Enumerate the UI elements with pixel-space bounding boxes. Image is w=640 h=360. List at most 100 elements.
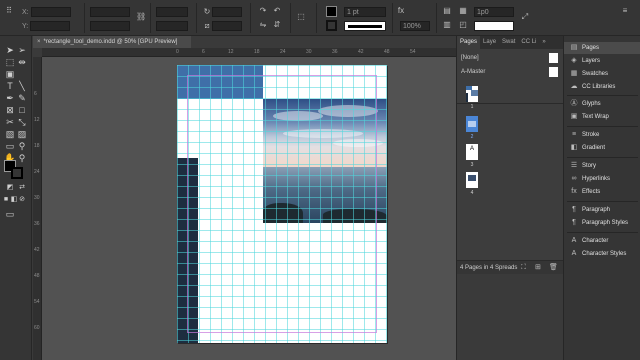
stroke-weight-field[interactable]: 1 pt [344, 7, 386, 17]
dock-item-glyphs[interactable]: Ⓐ Glyphs [564, 98, 640, 110]
stroke-type-dropdown[interactable] [344, 21, 386, 31]
eyedropper-tool-icon[interactable]: ⚲ [16, 140, 28, 152]
vertical-ruler[interactable]: 6 12 18 24 30 36 42 48 54 60 [33, 57, 42, 360]
tab-pages[interactable]: Pages [457, 36, 481, 49]
page-thumbnail-3[interactable]: A [466, 144, 478, 160]
dock-item-gradient[interactable]: ◧ Gradient [564, 142, 640, 154]
dock-item-cc-libraries[interactable]: ☁ CC Libraries [564, 81, 640, 93]
selection-tool-icon[interactable]: ➤ [4, 44, 16, 56]
tab-layers[interactable]: Laye [480, 36, 499, 49]
dock-item-hyperlinks[interactable]: ∞ Hyperlinks [564, 173, 640, 185]
shear-icon[interactable]: ⧄ [202, 21, 212, 31]
rotate-field[interactable] [212, 7, 242, 17]
apply-color-icon[interactable]: ■ [2, 194, 10, 206]
ruler-tick: 12 [34, 117, 40, 123]
page-tool-icon[interactable]: ⬚ [4, 56, 16, 68]
line-tool-icon[interactable]: ╲ [16, 80, 28, 92]
reference-point-icon[interactable]: ⠿ [4, 6, 14, 16]
a-master-row[interactable]: A-Master [457, 66, 564, 78]
tab-cc-libraries[interactable]: CC Li [518, 36, 539, 49]
none-master-row[interactable]: [None] [457, 52, 564, 64]
pasteboard[interactable] [42, 57, 456, 360]
dock-item-stroke[interactable]: ≡ Stroke [564, 129, 640, 141]
apply-none-icon[interactable]: ⊘ [18, 194, 26, 206]
scissors-tool-icon[interactable]: ✂ [4, 116, 16, 128]
free-transform-tool-icon[interactable]: ⤡ [16, 116, 28, 128]
opacity-field[interactable]: 100% [400, 21, 430, 31]
selection-options-icon[interactable]: ⬚ [296, 12, 306, 22]
dock-item-paragraph-styles[interactable]: ¶ Paragraph Styles [564, 217, 640, 229]
text-wrap-icon[interactable]: ▦ [458, 6, 468, 16]
flip-horizontal-icon[interactable]: ⇋ [258, 20, 268, 30]
page-thumbnail-4[interactable] [466, 172, 478, 188]
gap-tool-icon[interactable]: ⇹ [16, 56, 28, 68]
height-field[interactable] [90, 21, 130, 31]
width-field[interactable] [90, 7, 130, 17]
swap-colors-icon[interactable]: ⇄ [16, 182, 28, 194]
gradient-swatch-tool-icon[interactable]: ▧ [4, 128, 16, 140]
edit-page-size-icon[interactable]: ⛶ [521, 261, 526, 275]
ruler-tick: 36 [34, 221, 40, 227]
dock-item-paragraph[interactable]: ¶ Paragraph [564, 204, 640, 216]
type-tool-icon[interactable]: T [4, 80, 16, 92]
page-thumbnail-2[interactable] [466, 116, 478, 132]
tab-swatches[interactable]: Swat [499, 36, 518, 49]
scale-y-field[interactable] [156, 21, 188, 31]
dock-item-story[interactable]: ☰ Story [564, 160, 640, 172]
corner-shape-dropdown[interactable] [474, 21, 514, 31]
stroke-color-swatch[interactable] [11, 167, 23, 179]
indesign-window: ⠿ X: Y: ⛓ ↻ ⧄ ↷ ↶ ⇋ ⇵ ⬚ 1 pt fx 100% ▤ ▥… [0, 0, 640, 360]
zoom-tool-icon[interactable]: ⚲ [16, 152, 28, 164]
direct-selection-tool-icon[interactable]: ➢ [16, 44, 28, 56]
shear-field[interactable] [212, 21, 242, 31]
default-colors-icon[interactable]: ◩ [4, 182, 16, 194]
pen-tool-icon[interactable]: ✒ [4, 92, 16, 104]
dock-item-effects[interactable]: fx Effects [564, 186, 640, 198]
effects-icon[interactable]: fx [396, 6, 406, 16]
new-page-icon[interactable]: ⊞ [535, 261, 541, 275]
corner-options-icon[interactable]: ◰ [458, 20, 468, 30]
dock-separator [567, 95, 638, 96]
ruler-tick: 42 [34, 247, 40, 253]
x-field[interactable] [30, 7, 71, 17]
dock-item-layers[interactable]: ◈ Layers [564, 55, 640, 67]
rectangle-tool-icon[interactable]: □ [16, 104, 28, 116]
y-field[interactable] [30, 21, 71, 31]
content-collector-icon[interactable]: ▣ [4, 68, 16, 80]
corner-size-field[interactable]: 1p0 [474, 7, 514, 17]
scale-x-field[interactable] [156, 7, 188, 17]
page-thumbnail-1[interactable] [466, 86, 478, 102]
note-tool-icon[interactable]: ▭ [4, 140, 16, 152]
dock-item-label: Swatches [582, 71, 609, 77]
dock-item-swatches[interactable]: ▦ Swatches [564, 68, 640, 80]
delete-page-icon[interactable]: 🗑 [549, 261, 558, 275]
stroke-swatch[interactable] [326, 20, 337, 31]
horizontal-ruler[interactable]: 0 6 12 18 24 30 36 42 48 54 [42, 48, 456, 57]
frame-fitting-icon[interactable]: ⤢ [520, 12, 530, 22]
ruler-tick: 24 [34, 169, 40, 175]
gradient-feather-tool-icon[interactable]: ▨ [16, 128, 28, 140]
distribute-icon[interactable]: ▥ [442, 20, 452, 30]
panel-menu-icon[interactable]: ≡ [620, 6, 630, 16]
corner-size-row: 1p0 [474, 6, 514, 18]
document-page[interactable] [177, 65, 387, 343]
fill-swatch[interactable] [326, 6, 337, 17]
rotate-icon[interactable]: ↻ [202, 7, 212, 17]
rotate-cw-icon[interactable]: ↷ [258, 6, 268, 16]
rotate-ccw-icon[interactable]: ↶ [272, 6, 282, 16]
close-tab-icon[interactable]: × [37, 39, 41, 45]
flip-vertical-icon[interactable]: ⇵ [272, 20, 282, 30]
panel-collapse-icon[interactable]: » [539, 36, 548, 49]
pencil-tool-icon[interactable]: ✎ [16, 92, 28, 104]
document-tab[interactable]: × *rectangle_tool_demo.indd @ 50% [GPU Pr… [33, 36, 191, 48]
apply-gradient-icon[interactable]: ◧ [10, 194, 18, 206]
rectangle-frame-tool-icon[interactable]: ⊠ [4, 104, 16, 116]
separator [392, 3, 393, 33]
dock-item-pages[interactable]: ▤ Pages [564, 42, 640, 54]
align-icon[interactable]: ▤ [442, 6, 452, 16]
constrain-proportions-icon[interactable]: ⛓ [136, 12, 146, 22]
screen-mode-icon[interactable]: ▭ [4, 208, 16, 220]
dock-item-character-styles[interactable]: A Character Styles [564, 248, 640, 260]
dock-item-text-wrap[interactable]: ▣ Text Wrap [564, 111, 640, 123]
dock-item-character[interactable]: A Character [564, 235, 640, 247]
